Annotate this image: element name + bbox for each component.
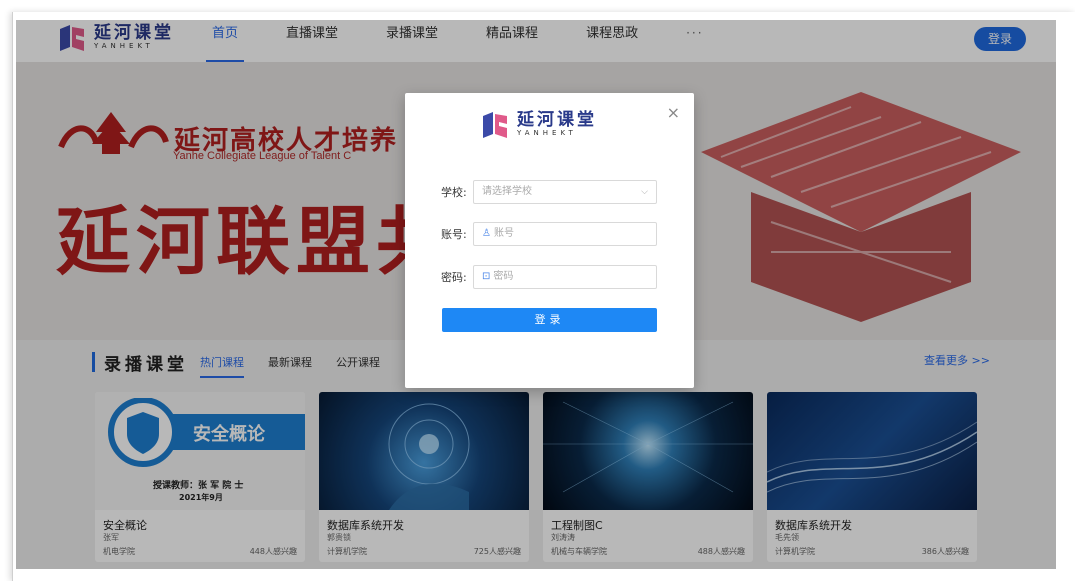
modal-logo-en: YANHEKT — [517, 129, 577, 137]
login-modal: × 延河课堂 YANHEKT 学校: 请选择学校 ⌵ 账号: ♙ 账号 密码: ⊡… — [405, 93, 694, 388]
modal-logo: 延河课堂 YANHEKT — [481, 111, 597, 138]
school-select[interactable]: 请选择学校 ⌵ — [473, 180, 657, 204]
lock-icon: ⊡ — [482, 271, 491, 282]
password-label: 密码: — [441, 271, 467, 284]
account-row: 账号: ♙ 账号 — [441, 222, 657, 246]
submit-login-button[interactable]: 登录 — [442, 308, 657, 332]
close-icon[interactable]: × — [667, 103, 680, 122]
logo-icon — [483, 111, 507, 138]
user-icon: ♙ — [482, 228, 491, 239]
chevron-down-icon: ⌵ — [641, 187, 648, 197]
password-placeholder: 密码 — [493, 271, 514, 282]
account-input[interactable]: ♙ 账号 — [473, 222, 657, 246]
school-row: 学校: 请选择学校 ⌵ — [441, 180, 657, 204]
account-placeholder: 账号 — [493, 228, 514, 239]
password-input[interactable]: ⊡ 密码 — [473, 265, 657, 289]
password-row: 密码: ⊡ 密码 — [441, 265, 657, 289]
modal-logo-cn: 延河课堂 — [517, 110, 597, 130]
account-label: 账号: — [441, 228, 467, 241]
school-label: 学校: — [441, 186, 467, 199]
school-placeholder: 请选择学校 — [482, 186, 532, 197]
